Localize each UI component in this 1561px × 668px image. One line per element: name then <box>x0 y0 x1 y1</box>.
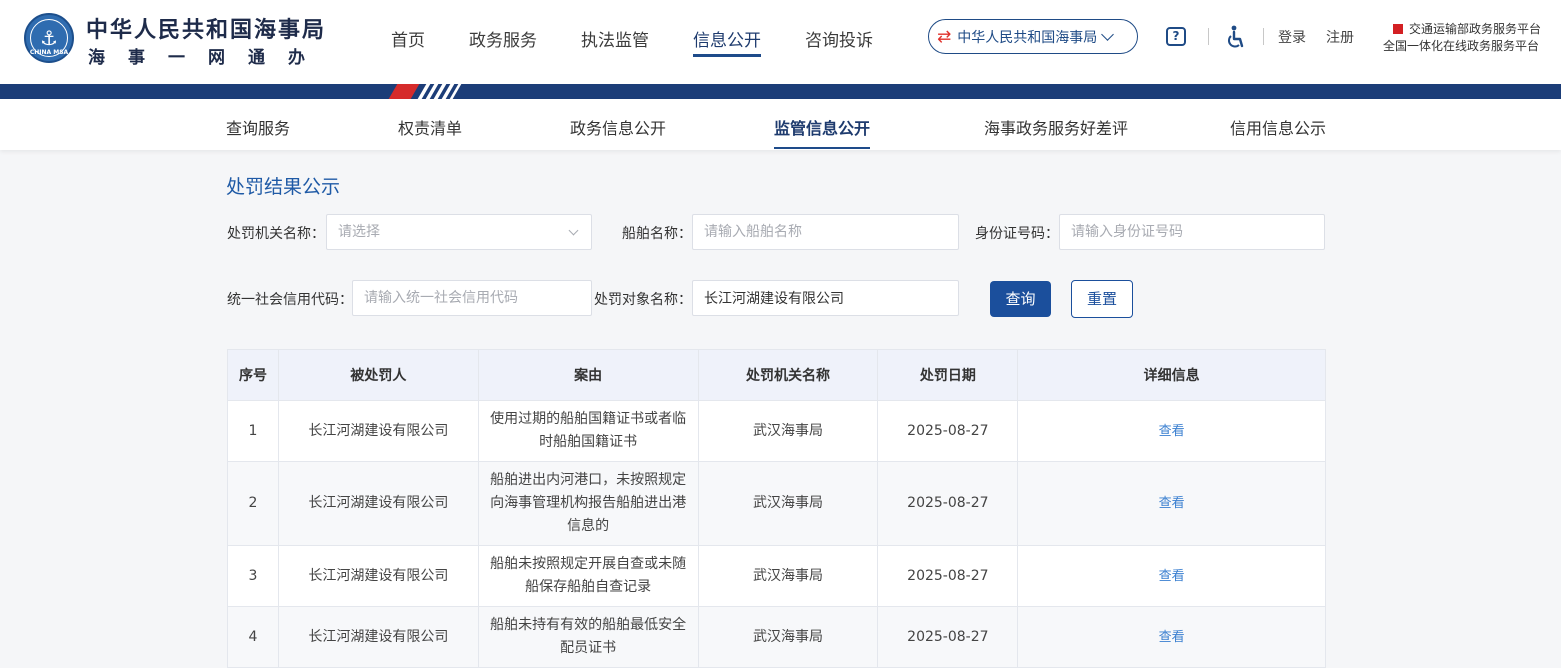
cell-party: 长江河湖建设有限公司 <box>277 461 479 546</box>
cell-no: 3 <box>227 545 279 607</box>
cell-authority: 武汉海事局 <box>697 400 879 462</box>
id-number-input[interactable] <box>1059 214 1325 250</box>
cell-authority: 武汉海事局 <box>697 461 879 546</box>
target-name-input[interactable] <box>692 280 959 316</box>
ship-name-label: 船舶名称： <box>622 226 692 242</box>
cell-date: 2025-08-27 <box>877 461 1019 546</box>
top-header: ⚓ CHINA MSA 中华人民共和国海事局 海事一网通办 首页 政务服务 执法… <box>0 0 1561 84</box>
column-header-no: 序号 <box>227 349 279 401</box>
cell-party: 长江河湖建设有限公司 <box>277 400 479 462</box>
target-name-label: 处罚对象名称： <box>594 292 692 308</box>
cell-no: 2 <box>227 461 279 546</box>
accessibility-icon[interactable] <box>1226 25 1246 49</box>
platform-1-label: 交通运输部政务服务平台 <box>1409 22 1542 36</box>
main-nav: 首页 政务服务 执法监管 信息公开 咨询投诉 <box>391 26 917 57</box>
table-header-row: 序号 被处罚人 案由 处罚机关名称 处罚日期 详细信息 <box>227 349 1326 401</box>
penalty-results-table: 序号 被处罚人 案由 处罚机关名称 处罚日期 详细信息 1 长江河湖建设有限公司… <box>227 349 1326 668</box>
register-link[interactable]: 注册 <box>1326 27 1354 47</box>
nav-enforcement-supervision[interactable]: 执法监管 <box>581 26 649 57</box>
org-selector-label: 中华人民共和国海事局 <box>957 29 1098 46</box>
subnav-supervision-info[interactable]: 监管信息公开 <box>774 115 871 149</box>
credit-code-input[interactable] <box>352 280 592 316</box>
view-detail-link[interactable]: 查看 <box>1017 461 1326 546</box>
credit-code-label: 统一社会信用代码： <box>227 292 353 308</box>
id-number-label: 身份证号码： <box>975 226 1059 242</box>
nav-government-services[interactable]: 政务服务 <box>469 26 537 57</box>
subnav-rights-list[interactable]: 权责清单 <box>398 115 462 149</box>
header-band <box>0 84 1561 99</box>
red-square-icon <box>1393 24 1403 34</box>
divider <box>1263 28 1264 45</box>
authority-label: 处罚机关名称： <box>227 226 325 242</box>
org-selector[interactable]: ⇄ 中华人民共和国海事局 <box>928 19 1138 54</box>
divider <box>1208 28 1209 45</box>
subnav-gov-info[interactable]: 政务信息公开 <box>570 115 666 149</box>
cell-date: 2025-08-27 <box>877 545 1019 607</box>
cell-date: 2025-08-27 <box>877 606 1019 668</box>
cell-reason: 船舶进出内河港口，未按照规定向海事管理机构报告船舶进出港信息的 <box>477 461 699 546</box>
authority-select-placeholder: 请选择 <box>338 224 380 240</box>
authority-select[interactable]: 请选择 <box>326 214 592 250</box>
cell-reason: 船舶未按照规定开展自查或未随船保存船舶自查记录 <box>477 545 699 607</box>
platform-link-national[interactable]: 全国一体化在线政务服务平台 <box>1383 37 1539 54</box>
column-header-detail: 详细信息 <box>1017 349 1326 401</box>
chevron-down-icon <box>1101 27 1115 41</box>
cell-reason: 使用过期的船舶国籍证书或者临时船舶国籍证书 <box>477 400 699 462</box>
nav-information-disclosure[interactable]: 信息公开 <box>693 26 761 57</box>
cell-date: 2025-08-27 <box>877 400 1019 462</box>
column-header-date: 处罚日期 <box>877 349 1019 401</box>
view-detail-link[interactable]: 查看 <box>1017 606 1326 668</box>
subnav-credit-info[interactable]: 信用信息公示 <box>1230 115 1326 149</box>
help-icon[interactable]: ? <box>1166 27 1186 46</box>
anchor-icon: ⚓ <box>40 26 58 50</box>
brand-slogan: 海事一网通办 <box>88 48 328 68</box>
brand-title: 中华人民共和国海事局 <box>86 18 327 43</box>
subnav-service-rating[interactable]: 海事政务服务好差评 <box>984 115 1128 149</box>
cell-party: 长江河湖建设有限公司 <box>277 606 479 668</box>
subnav-query-services[interactable]: 查询服务 <box>226 115 290 149</box>
column-header-authority: 处罚机关名称 <box>697 349 879 401</box>
cell-no: 1 <box>227 400 279 462</box>
column-header-party: 被处罚人 <box>277 349 479 401</box>
column-header-reason: 案由 <box>477 349 699 401</box>
nav-consult-complaint[interactable]: 咨询投诉 <box>805 26 873 57</box>
query-button[interactable]: 查询 <box>990 281 1051 317</box>
login-link[interactable]: 登录 <box>1278 27 1306 47</box>
view-detail-link[interactable]: 查看 <box>1017 400 1326 462</box>
cell-reason: 船舶未持有有效的船舶最低安全配员证书 <box>477 606 699 668</box>
msa-emblem-logo[interactable]: ⚓ CHINA MSA <box>24 13 74 63</box>
swap-arrows-icon: ⇄ <box>937 26 952 47</box>
cell-no: 4 <box>227 606 279 668</box>
nav-home[interactable]: 首页 <box>391 26 425 57</box>
reset-button[interactable]: 重置 <box>1071 280 1133 318</box>
page-title: 处罚结果公示 <box>226 176 341 198</box>
table-row: 3 长江河湖建设有限公司 船舶未按照规定开展自查或未随船保存船舶自查记录 武汉海… <box>227 545 1326 607</box>
sub-nav: 查询服务 权责清单 政务信息公开 监管信息公开 海事政务服务好差评 信用信息公示 <box>0 99 1561 150</box>
chevron-down-icon <box>568 225 579 236</box>
cell-authority: 武汉海事局 <box>697 606 879 668</box>
emblem-text: CHINA MSA <box>29 49 69 56</box>
view-detail-link[interactable]: 查看 <box>1017 545 1326 607</box>
cell-authority: 武汉海事局 <box>697 545 879 607</box>
band-stripe <box>388 84 420 99</box>
cell-party: 长江河湖建设有限公司 <box>277 545 479 607</box>
platform-link-transport[interactable]: 交通运输部政务服务平台 <box>1393 20 1541 37</box>
table-row: 2 长江河湖建设有限公司 船舶进出内河港口，未按照规定向海事管理机构报告船舶进出… <box>227 461 1326 546</box>
table-row: 1 长江河湖建设有限公司 使用过期的船舶国籍证书或者临时船舶国籍证书 武汉海事局… <box>227 400 1326 462</box>
ship-name-input[interactable] <box>692 214 959 250</box>
table-row: 4 长江河湖建设有限公司 船舶未持有有效的船舶最低安全配员证书 武汉海事局 20… <box>227 606 1326 668</box>
